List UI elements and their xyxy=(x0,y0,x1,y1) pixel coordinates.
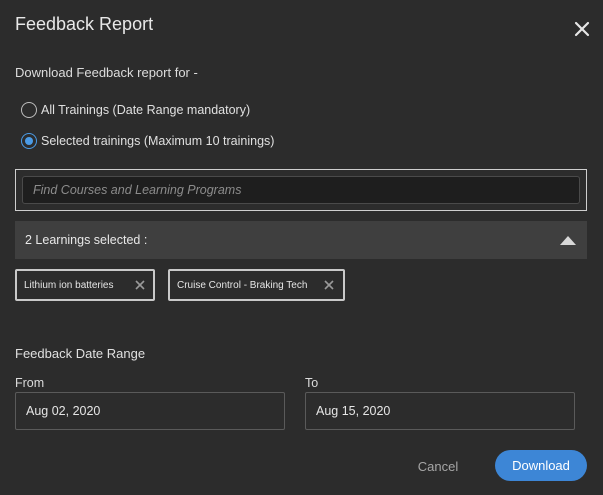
radio-label: Selected trainings (Maximum 10 trainings… xyxy=(41,134,275,148)
from-date-field[interactable] xyxy=(15,392,285,430)
remove-chip-icon[interactable] xyxy=(133,278,147,292)
remove-chip-icon[interactable] xyxy=(322,278,336,292)
date-range-heading: Feedback Date Range xyxy=(15,346,146,361)
selected-learnings-summary: 2 Learnings selected : xyxy=(25,233,148,247)
chip-label: Cruise Control - Braking Tech xyxy=(177,279,308,291)
radio-all-trainings[interactable]: All Trainings (Date Range mandatory) xyxy=(21,102,250,118)
radio-button[interactable] xyxy=(21,102,37,118)
to-label: To xyxy=(305,376,319,390)
chip-label: Lithium ion batteries xyxy=(24,279,114,291)
to-date-field[interactable] xyxy=(305,392,575,430)
selected-learnings-toggle[interactable]: 2 Learnings selected : xyxy=(15,221,587,259)
caret-up-icon[interactable] xyxy=(560,236,576,245)
radio-selected-trainings[interactable]: Selected trainings (Maximum 10 trainings… xyxy=(21,133,274,149)
dialog-title: Feedback Report xyxy=(15,14,154,34)
selected-learning-chip: Cruise Control - Braking Tech xyxy=(168,269,345,301)
search-input[interactable] xyxy=(22,176,580,204)
selected-learning-chip: Lithium ion batteries xyxy=(15,269,155,301)
search-container xyxy=(15,169,587,211)
feedback-report-dialog: Feedback Report Download Feedback report… xyxy=(0,0,603,495)
radio-label: All Trainings (Date Range mandatory) xyxy=(41,103,251,117)
close-icon[interactable] xyxy=(571,18,593,40)
download-for-heading: Download Feedback report for - xyxy=(15,65,198,80)
radio-button-checked[interactable] xyxy=(21,133,37,149)
download-button[interactable]: Download xyxy=(495,450,587,481)
cancel-button[interactable]: Cancel xyxy=(404,451,472,481)
from-label: From xyxy=(15,376,45,390)
